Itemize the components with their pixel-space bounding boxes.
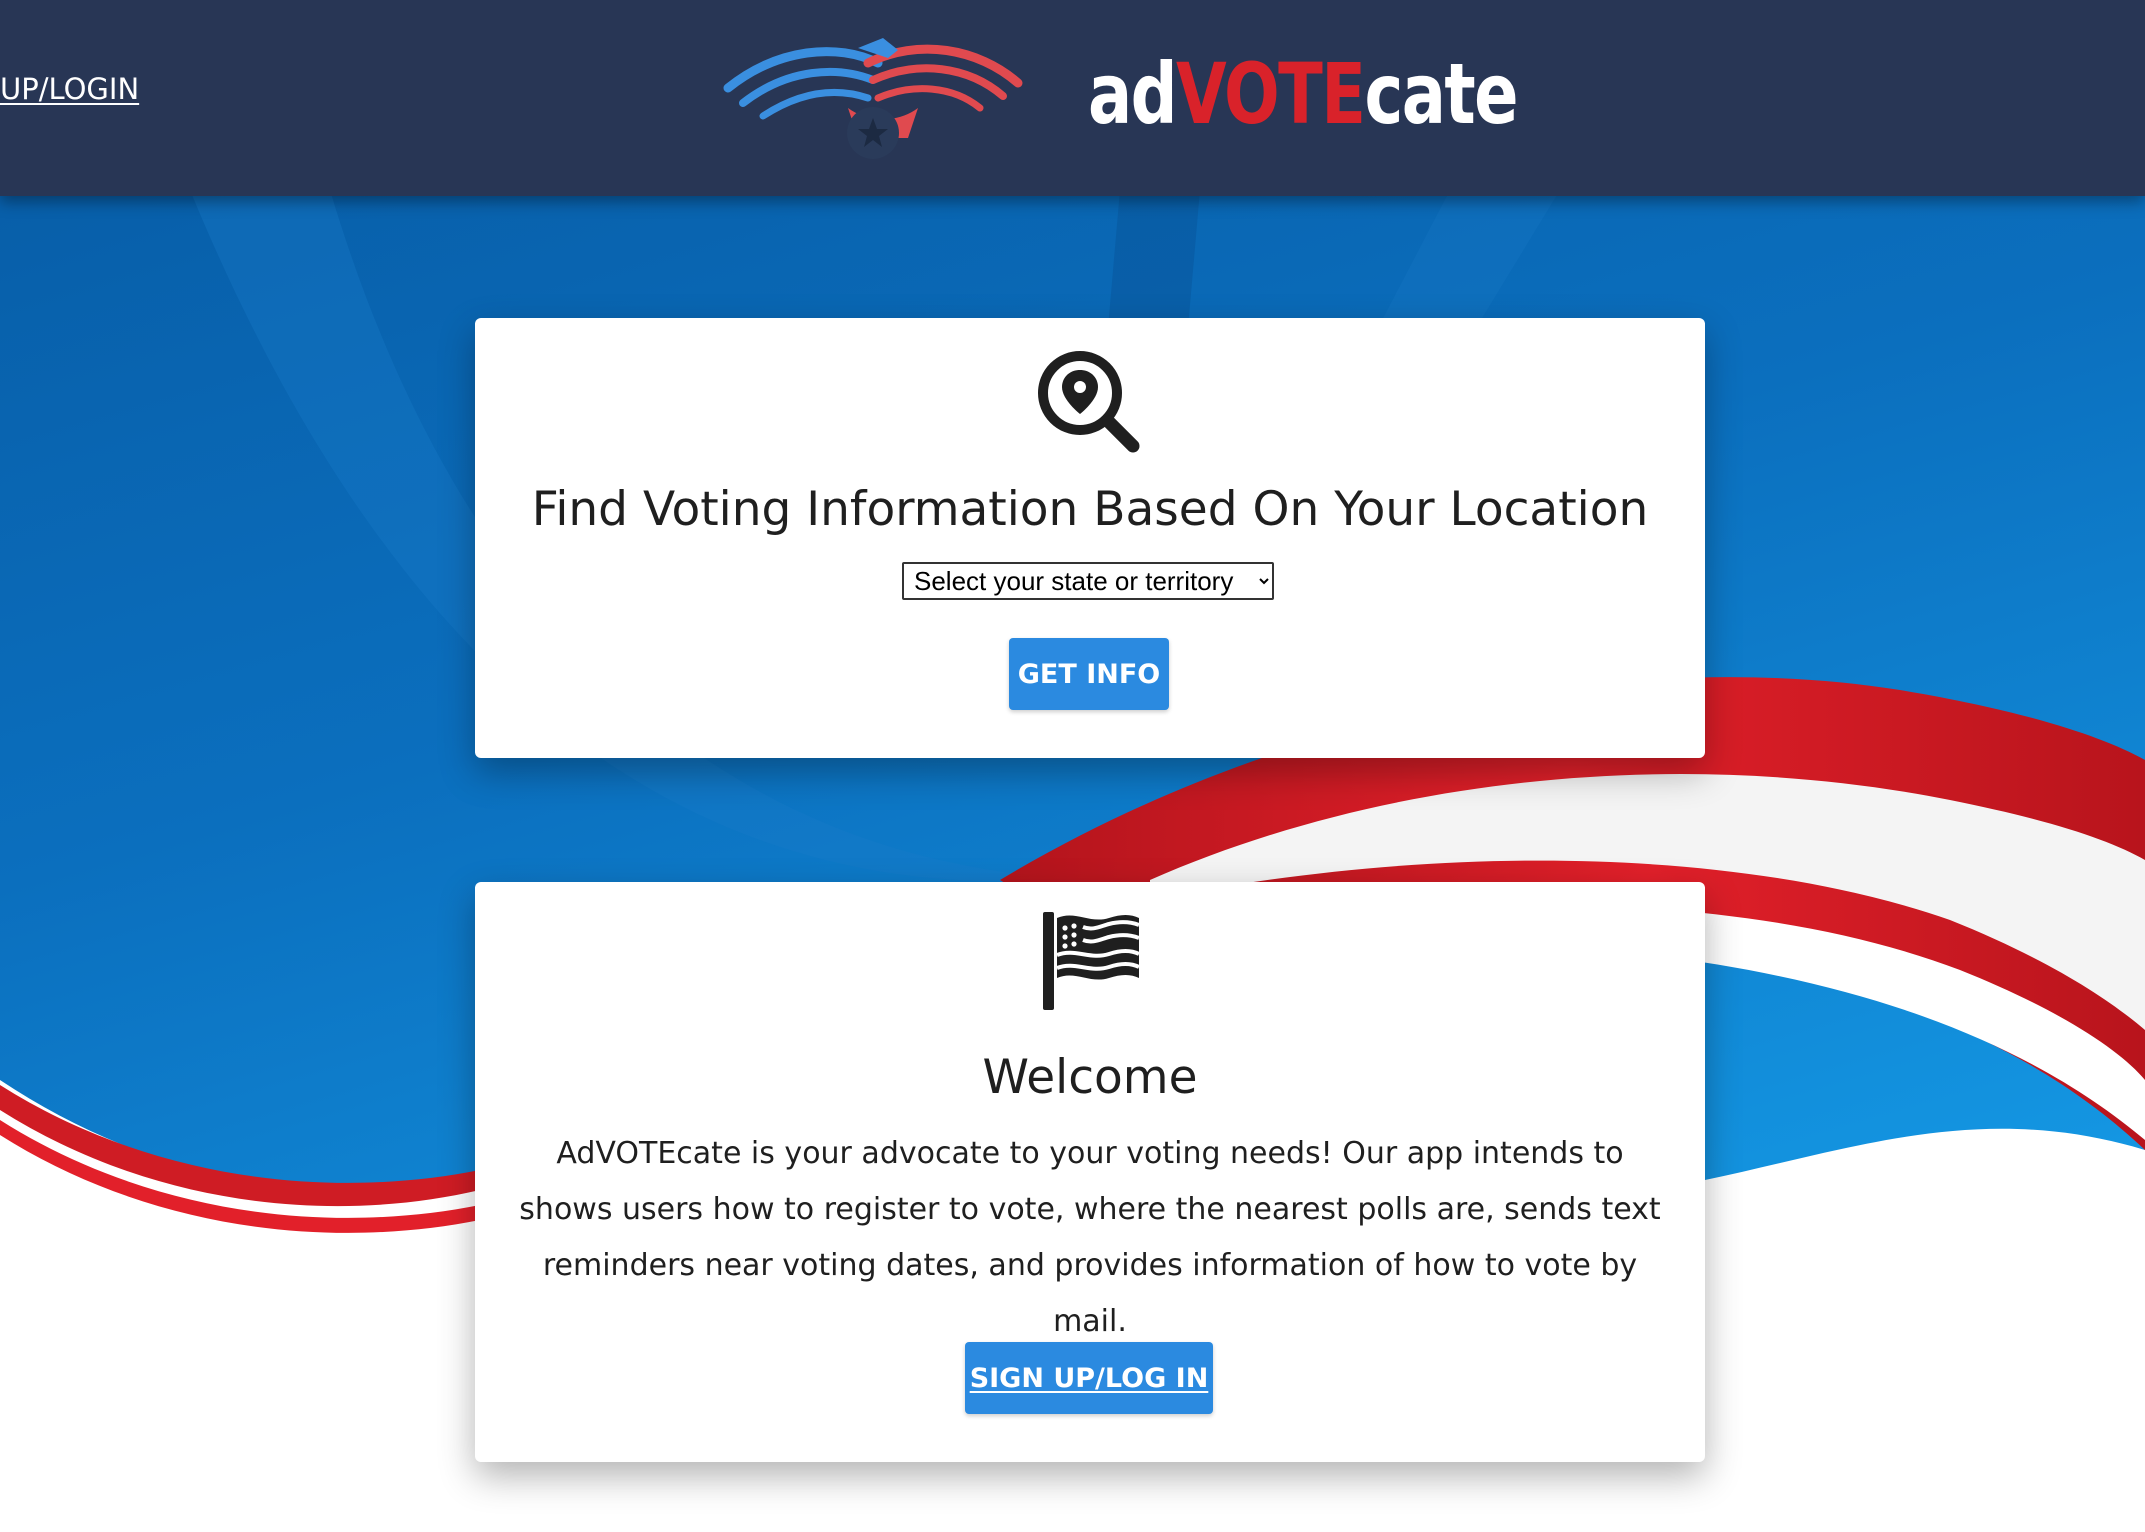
welcome-card: Welcome AdVOTEcate is your advocate to y… xyxy=(475,882,1705,1462)
signup-login-nav-link[interactable]: UP/LOGIN xyxy=(0,72,139,106)
logo-wordmark[interactable]: adVOTEcate xyxy=(1088,44,1519,144)
eagle-logo-icon[interactable] xyxy=(718,28,1028,168)
location-search-card: Find Voting Information Based On Your Lo… xyxy=(475,318,1705,758)
location-card-title: Find Voting Information Based On Your Lo… xyxy=(531,482,1649,537)
site-header: UP/LOGIN adVOTEcate xyxy=(0,0,2145,196)
welcome-title: Welcome xyxy=(982,1050,1198,1105)
signup-login-button[interactable]: SIGN UP/LOG IN xyxy=(965,1342,1213,1414)
location-search-icon xyxy=(1038,351,1140,453)
welcome-description: AdVOTEcate is your advocate to your voti… xyxy=(519,1136,1661,1339)
american-flag-icon xyxy=(1043,912,1140,1010)
state-select[interactable]: Select your state or territory xyxy=(902,562,1274,600)
get-info-button[interactable]: GET INFO xyxy=(1009,638,1169,710)
